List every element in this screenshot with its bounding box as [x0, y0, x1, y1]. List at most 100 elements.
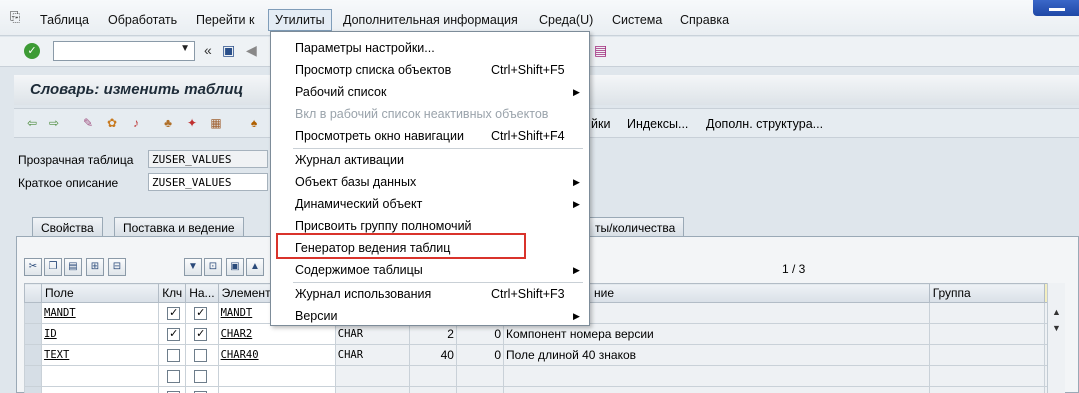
row-selector[interactable] — [23, 323, 43, 345]
menu-item-authorization-group[interactable]: Присвоить группу полномочий — [295, 219, 585, 233]
menu-system[interactable]: Система — [612, 13, 662, 27]
element-cell[interactable]: CHAR40 — [217, 344, 336, 366]
key-checkbox[interactable]: ✓ — [167, 307, 181, 321]
key-checkbox[interactable]: ✓ — [167, 328, 181, 342]
menu-item-activation-log[interactable]: Журнал активации — [295, 153, 585, 167]
menu-edit[interactable]: Обработать — [108, 13, 177, 27]
submenu-arrow-icon: ▶ — [573, 265, 580, 275]
initial-checkbox-cell[interactable] — [185, 386, 219, 393]
select-all-cell[interactable] — [23, 283, 43, 303]
row-selector[interactable] — [23, 365, 43, 387]
table-vertical-scrollbar[interactable]: ▲ ▼ — [1047, 283, 1065, 393]
hierarchy-icon[interactable]: ♠ — [246, 116, 262, 130]
key-checkbox-cell[interactable]: ✓ — [158, 302, 187, 324]
scroll-up-icon[interactable]: ▲ — [1052, 307, 1061, 317]
layout-icon[interactable]: ▤ — [594, 42, 607, 59]
menu-item-worklist[interactable]: Рабочий список ▶ — [295, 85, 585, 99]
menu-help[interactable]: Справка — [680, 13, 729, 27]
menu-extras[interactable]: Дополнительная информация — [343, 13, 518, 27]
forward-arrow-icon[interactable]: ⇨ — [46, 116, 62, 130]
element-cell[interactable] — [217, 365, 336, 387]
initial-checkbox-cell[interactable] — [185, 365, 219, 387]
command-field[interactable]: ▼ — [53, 41, 195, 61]
minimize-button[interactable] — [1033, 0, 1079, 16]
field-cell[interactable]: TEXT — [41, 344, 160, 366]
scroll-down-icon[interactable]: ▼ — [1052, 323, 1061, 333]
activate-icon[interactable]: ♣ — [160, 116, 176, 130]
column-header-initial[interactable]: На... — [185, 283, 219, 303]
menu-item-navigation-window[interactable]: Просмотреть окно навигации Ctrl+Shift+F4 — [295, 129, 585, 143]
indexes-button[interactable]: Индексы... — [627, 117, 688, 131]
field-cell[interactable] — [41, 386, 160, 393]
key-checkbox[interactable] — [167, 349, 181, 363]
key-checkbox-cell[interactable] — [158, 386, 187, 393]
tab-delivery-maintenance[interactable]: Поставка и ведение — [114, 217, 244, 237]
description-cell: Поле длиной 40 знаков — [503, 344, 930, 366]
back-arrow-icon[interactable]: ⇦ — [24, 116, 40, 130]
row-selector[interactable] — [23, 344, 43, 366]
initial-checkbox-cell[interactable] — [185, 344, 219, 366]
chevron-down-icon[interactable]: ▼ — [180, 43, 190, 54]
initial-checkbox-cell[interactable]: ✓ — [185, 302, 219, 324]
initial-checkbox[interactable] — [194, 349, 208, 363]
type-cell — [334, 365, 410, 387]
initial-checkbox-cell[interactable]: ✓ — [185, 323, 219, 345]
back-icon[interactable]: ◀ — [246, 42, 257, 59]
append-structure-button[interactable]: Дополн. структура... — [706, 117, 823, 131]
table-settings-icon[interactable]: ▣ — [226, 258, 244, 276]
element-cell[interactable]: CHAR2 — [217, 323, 336, 345]
key-checkbox[interactable] — [167, 370, 181, 384]
tab-attributes[interactable]: Свойства — [32, 217, 103, 237]
move-down-icon[interactable]: ▼ — [184, 258, 202, 276]
search-help-icon[interactable]: ⊡ — [204, 258, 222, 276]
row-selector[interactable] — [23, 302, 43, 324]
element-cell[interactable] — [217, 386, 336, 393]
initial-checkbox[interactable] — [194, 370, 208, 384]
menu-item-label: Версии — [295, 309, 338, 323]
description-cell — [503, 365, 930, 387]
collapse-icon[interactable]: « — [204, 42, 212, 58]
field-cell[interactable]: MANDT — [41, 302, 160, 324]
save-icon[interactable]: ▣ — [222, 42, 235, 59]
menu-table[interactable]: Таблица — [40, 13, 89, 27]
where-used-icon[interactable]: ✦ — [184, 116, 200, 130]
short-description-label: Краткое описание — [18, 176, 119, 190]
move-up-icon[interactable]: ▲ — [246, 258, 264, 276]
menu-item-usage-log[interactable]: Журнал использования Ctrl+Shift+F3 — [295, 287, 585, 301]
short-description-field[interactable]: ZUSER_VALUES — [148, 173, 268, 191]
check-icon[interactable]: ♪ — [128, 116, 144, 130]
tab-currency-quantity[interactable]: ты/количества — [586, 217, 685, 237]
technical-settings-button[interactable]: йки — [591, 117, 610, 131]
insert-row-icon[interactable]: ⊞ — [86, 258, 104, 276]
column-header-field[interactable]: Поле — [41, 283, 160, 303]
row-selector[interactable] — [23, 386, 43, 393]
menu-item-object-list[interactable]: Просмотр списка объектов Ctrl+Shift+F5 — [295, 63, 585, 77]
menu-item-database-object[interactable]: Объект базы данных ▶ — [295, 175, 585, 189]
column-header-group[interactable]: Группа — [928, 283, 1045, 303]
menu-item-settings[interactable]: Параметры настройки... — [295, 41, 585, 55]
copy-icon[interactable]: ❐ — [44, 258, 62, 276]
menu-environment[interactable]: Среда(U) — [539, 13, 593, 27]
menu-utilities[interactable]: Утилиты — [268, 9, 332, 31]
highlight-box — [276, 233, 526, 259]
key-checkbox-cell[interactable] — [158, 365, 187, 387]
enter-check-icon[interactable]: ✓ — [24, 43, 40, 59]
column-header-key[interactable]: Клч — [158, 283, 187, 303]
display-change-icon[interactable]: ✎ — [80, 116, 96, 130]
object-list-icon[interactable]: ▦ — [208, 116, 224, 130]
delete-row-icon[interactable]: ⊟ — [108, 258, 126, 276]
menu-item-table-contents[interactable]: Содержимое таблицы ▶ — [295, 263, 585, 277]
other-object-icon[interactable]: ✿ — [104, 116, 120, 130]
key-checkbox-cell[interactable] — [158, 344, 187, 366]
initial-checkbox[interactable]: ✓ — [194, 307, 208, 321]
cut-icon[interactable]: ✂ — [24, 258, 42, 276]
system-menu-icon[interactable]: ⎘ — [10, 9, 26, 24]
field-cell[interactable]: ID — [41, 323, 160, 345]
menu-item-runtime-object[interactable]: Динамический объект ▶ — [295, 197, 585, 211]
key-checkbox-cell[interactable]: ✓ — [158, 323, 187, 345]
menu-item-versions[interactable]: Версии ▶ — [295, 309, 585, 323]
menu-goto[interactable]: Перейти к — [196, 13, 254, 27]
paste-icon[interactable]: ▤ — [64, 258, 82, 276]
field-cell[interactable] — [41, 365, 160, 387]
initial-checkbox[interactable]: ✓ — [194, 328, 208, 342]
